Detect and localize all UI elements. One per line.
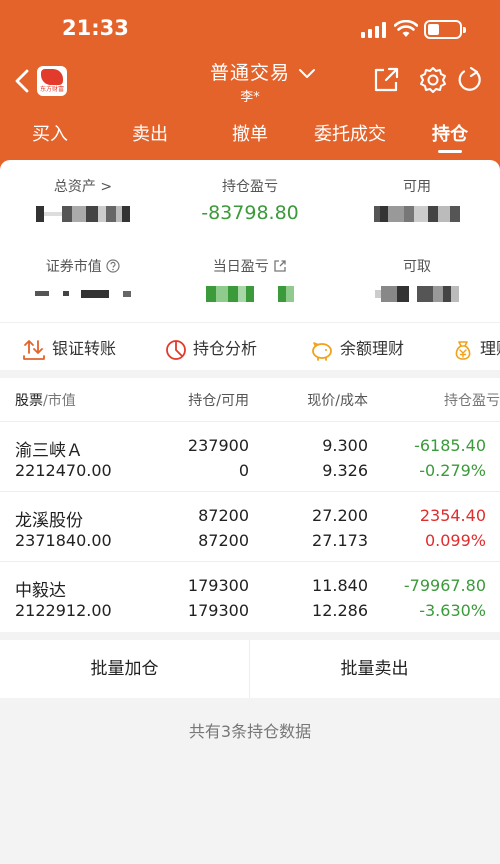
tab-buy[interactable]: 买入 (18, 120, 82, 146)
stock-pnl-pct: -0.279% (419, 461, 486, 480)
stock-cost: 9.326 (322, 461, 368, 480)
status-time: 21:33 (62, 16, 129, 40)
tool-wealth-management[interactable]: 理财 (452, 335, 500, 361)
back-icon[interactable] (14, 68, 30, 94)
account-selector[interactable]: 普通交易 李* (180, 58, 320, 105)
tab-sell[interactable]: 卖出 (118, 120, 182, 146)
tab-cancel[interactable]: 撤单 (218, 120, 282, 146)
position-pnl: 持仓盈亏 -83798.80 (167, 176, 333, 226)
stock-cost: 27.173 (312, 531, 368, 550)
stock-pnl-pct: 0.099% (424, 531, 486, 550)
stock-available: 179300 (187, 601, 249, 620)
holdings-table: 股票/市值 持仓/可用 现价/成本 持仓盈亏 渝三峡Ａ 2212470.00 2… (0, 378, 500, 632)
stock-name: 中毅达 (15, 581, 66, 601)
position-pnl-label: 持仓盈亏 (222, 179, 278, 195)
total-assets-value-masked (0, 202, 166, 226)
stock-pnl-pct: -3.630% (419, 601, 486, 620)
refresh-icon[interactable] (456, 66, 484, 94)
stock-available: 0 (238, 461, 249, 480)
batch-sell-button[interactable]: 批量卖出 (250, 640, 499, 698)
total-assets[interactable]: 总资产 > (0, 176, 166, 226)
stock-market-value: 2371840.00 (15, 531, 112, 550)
total-assets-label: 总资产 > (53, 179, 113, 195)
header-price-cost[interactable]: 现价/成本 (268, 390, 368, 410)
batch-add-button[interactable]: 批量加仓 (0, 640, 249, 698)
share-icon[interactable] (372, 66, 400, 94)
securities-value: 证券市值 (0, 256, 166, 306)
tool-balance-wealth[interactable]: 余额理财 (310, 335, 404, 361)
tab-positions[interactable]: 持仓 (418, 120, 482, 146)
quick-tools-bar: 银证转账 持仓分析 余额理财 理财 (0, 322, 500, 370)
stock-available: 87200 (198, 531, 249, 550)
tab-orders[interactable]: 委托成交 (300, 120, 400, 146)
daily-pnl-value-masked (167, 282, 333, 306)
stock-position: 237900 (187, 436, 249, 455)
daily-pnl-label: 当日盈亏 (167, 256, 333, 276)
stock-price: 27.200 (312, 506, 368, 525)
available-cash-label: 可用 (403, 179, 431, 195)
securities-value-masked (0, 282, 166, 306)
stock-pnl: -6185.40 (414, 436, 486, 455)
piggy-bank-icon (312, 341, 332, 361)
position-pnl-value: -83798.80 (201, 202, 299, 224)
stock-position: 179300 (187, 576, 249, 595)
header-position[interactable]: 持仓/可用 (150, 390, 249, 410)
daily-pnl[interactable]: 当日盈亏 (167, 256, 333, 306)
battery-icon (424, 20, 466, 39)
brand-logo: 东方财富 (37, 66, 67, 96)
table-row[interactable]: 龙溪股份 2371840.00 87200 87200 27.200 27.17… (0, 491, 500, 561)
holdings-count-text: 共有3条持仓数据 (188, 722, 312, 741)
transfer-icon (23, 339, 45, 360)
gear-icon[interactable] (419, 66, 447, 94)
stock-cost: 12.286 (312, 601, 368, 620)
securities-value-label: 证券市值 (0, 256, 166, 276)
stock-name: 渝三峡Ａ (15, 441, 83, 461)
table-row[interactable]: 渝三峡Ａ 2212470.00 237900 0 9.300 9.326 -61… (0, 421, 500, 491)
stock-pnl: 2354.40 (419, 506, 486, 525)
external-link-icon (274, 260, 286, 272)
stock-pnl: -79967.80 (403, 576, 486, 595)
cellular-signal-icon (361, 22, 387, 38)
stock-name: 龙溪股份 (15, 511, 83, 531)
table-row[interactable]: 中毅达 2122912.00 179300 179300 11.840 12.2… (0, 561, 500, 631)
stock-price: 11.840 (312, 576, 368, 595)
pie-chart-icon (166, 339, 186, 360)
withdrawable-cash: 可取 (334, 256, 500, 306)
available-cash: 可用 (334, 176, 500, 226)
money-bag-icon (455, 340, 471, 360)
withdrawable-value-masked (334, 282, 500, 306)
header-stock[interactable]: 股票/市值 (15, 390, 76, 410)
app-header: 21:33 东方财富 普通交易 李* 买入 卖出 撤单 委托成交 持仓 (0, 0, 500, 180)
stock-position: 87200 (198, 506, 249, 525)
stock-market-value: 2122912.00 (15, 601, 112, 620)
chevron-down-icon (299, 69, 315, 78)
trade-tabs: 买入 卖出 撤单 委托成交 持仓 (0, 110, 500, 154)
active-tab-indicator (438, 150, 462, 153)
nav-bar: 东方财富 普通交易 李* (0, 56, 500, 108)
account-holder-name: 李* (240, 90, 260, 105)
status-bar: 21:33 (0, 0, 500, 56)
stock-price: 9.300 (322, 436, 368, 455)
batch-actions: 批量加仓 批量卖出 (0, 640, 500, 698)
header-position-pnl[interactable]: 持仓盈亏 (400, 390, 500, 410)
available-cash-value-masked (334, 202, 500, 226)
withdrawable-label: 可取 (403, 259, 431, 275)
wifi-icon (394, 20, 418, 37)
account-summary: 总资产 > 持仓盈亏 -83798.80 可用 证券市值 当日盈亏 可取 (0, 160, 500, 322)
tool-position-analysis[interactable]: 持仓分析 (165, 335, 257, 361)
stock-market-value: 2212470.00 (15, 461, 112, 480)
help-circle-icon[interactable] (106, 259, 120, 273)
tool-bank-transfer[interactable]: 银证转账 (22, 335, 116, 361)
